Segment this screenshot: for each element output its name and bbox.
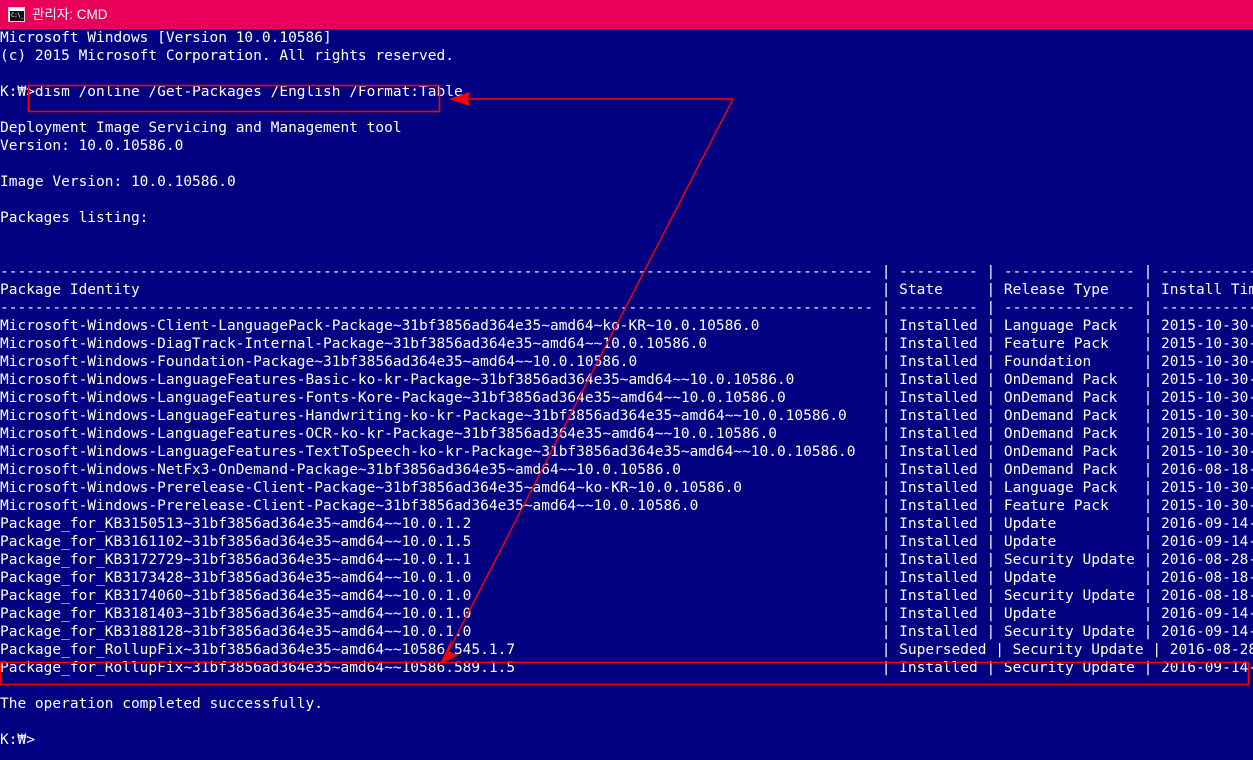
table-row: Package_for_KB3161102~31bf3856ad364e35~a… <box>0 534 1253 550</box>
table-row: Package_for_RollupFix~31bf3856ad364e35~a… <box>0 660 1253 676</box>
console-banner-line-1: (c) 2015 Microsoft Corporation. All righ… <box>0 48 454 64</box>
table-row: Microsoft-Windows-LanguageFeatures-Fonts… <box>0 390 1253 406</box>
packages-listing-label: Packages listing: <box>0 210 149 226</box>
table-row: Microsoft-Windows-Prerelease-Client-Pack… <box>0 480 1253 496</box>
table-row: Package_for_KB3188128~31bf3856ad364e35~a… <box>0 624 1253 640</box>
image-version-line: Image Version: 10.0.10586.0 <box>0 174 236 190</box>
table-row: Package_for_KB3150513~31bf3856ad364e35~a… <box>0 516 1253 532</box>
table-row: Package_for_KB3174060~31bf3856ad364e35~a… <box>0 588 1253 604</box>
table-top-rule: ----------------------------------------… <box>0 264 1253 280</box>
final-prompt[interactable]: K:₩> <box>0 731 1253 749</box>
status-message: The operation completed successfully. <box>0 696 324 712</box>
table-row: Microsoft-Windows-LanguageFeatures-OCR-k… <box>0 426 1253 442</box>
table-header-rule: ----------------------------------------… <box>0 300 1253 316</box>
table-row: Microsoft-Windows-Foundation-Package~31b… <box>0 354 1253 370</box>
table-row: Microsoft-Windows-LanguageFeatures-Handw… <box>0 408 1253 424</box>
dism-header-line-0: Deployment Image Servicing and Managemen… <box>0 120 402 136</box>
table-row: Microsoft-Windows-Prerelease-Client-Pack… <box>0 498 1253 514</box>
table-row: Microsoft-Windows-NetFx3-OnDemand-Packag… <box>0 462 1253 478</box>
table-row: Package_for_KB3173428~31bf3856ad364e35~a… <box>0 570 1253 586</box>
window-title: 관리자: CMD <box>32 7 108 22</box>
table-row: Package_for_KB3172729~31bf3856ad364e35~a… <box>0 552 1253 568</box>
console-banner-line-0: Microsoft Windows [Version 10.0.10586] <box>0 30 332 46</box>
dism-header-line-1: Version: 10.0.10586.0 <box>0 138 184 154</box>
table-row: Microsoft-Windows-Client-LanguagePack-Pa… <box>0 318 1253 334</box>
table-row: Package_for_RollupFix~31bf3856ad364e35~a… <box>0 642 1253 658</box>
command-line[interactable]: K:₩>dism /online /Get-Packages /English … <box>0 83 1253 101</box>
window-titlebar[interactable]: 관리자: CMD <box>0 0 1253 29</box>
cmd-console-icon <box>8 7 25 22</box>
table-row: Microsoft-Windows-LanguageFeatures-Basic… <box>0 372 1253 388</box>
table-row: Package_for_KB3181403~31bf3856ad364e35~a… <box>0 606 1253 622</box>
table-row: Microsoft-Windows-DiagTrack-Internal-Pac… <box>0 336 1253 352</box>
cmd-console-window: 관리자: CMD Microsoft Windows [Version 10.0… <box>0 0 1253 760</box>
table-header-row: Package Identity | State | Release Type … <box>0 282 1253 298</box>
console-output-area[interactable]: Microsoft Windows [Version 10.0.10586] (c… <box>0 29 1253 760</box>
table-row: Microsoft-Windows-LanguageFeatures-TextT… <box>0 444 1253 460</box>
